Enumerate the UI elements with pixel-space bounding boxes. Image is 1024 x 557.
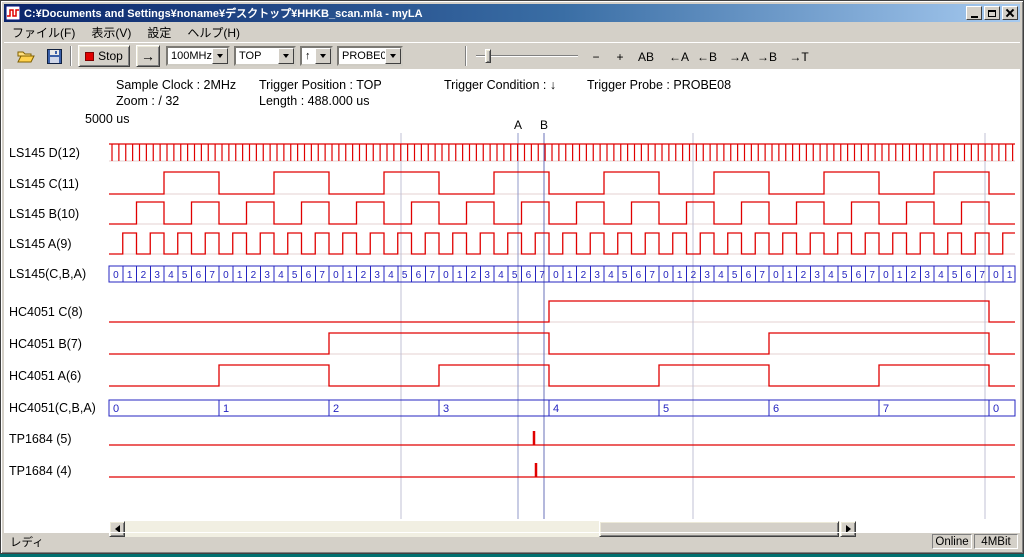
goto-trigger-button[interactable]: →T — [786, 47, 812, 66]
trigger-edge-select[interactable]: ↑ — [300, 46, 333, 66]
length-info: Length : 488.000 us — [259, 94, 370, 108]
minimize-icon — [971, 16, 978, 18]
waveform-client-area — [4, 69, 1020, 532]
chevron-down-icon — [283, 54, 289, 58]
ab-button[interactable]: AB — [634, 47, 658, 66]
run-button[interactable]: → — [136, 45, 160, 67]
close-icon — [1006, 9, 1014, 17]
menu-item-1[interactable]: 表示(V) — [83, 23, 139, 42]
channel-label: LS145(C,B,A) — [9, 267, 86, 281]
trigger-probe-value: PROBE00 — [339, 50, 385, 62]
zoom-out-button[interactable]: − — [586, 47, 606, 66]
trigger-probe-info: Trigger Probe : PROBE08 — [587, 78, 731, 92]
open-folder-icon — [17, 49, 35, 64]
status-ready-text: レディ — [4, 534, 932, 550]
channel-label: TP1684 (4) — [9, 464, 72, 478]
channel-label: LS145 C(11) — [9, 177, 79, 191]
zoom-slider-track[interactable] — [476, 55, 578, 57]
channel-label: LS145 D(12) — [9, 146, 80, 160]
channel-label: HC4051(C,B,A) — [9, 401, 96, 415]
window-controls — [966, 6, 1018, 20]
stop-icon — [85, 52, 94, 61]
sample-clock-info: Sample Clock : 2MHz — [116, 78, 236, 92]
chevron-down-icon — [217, 54, 223, 58]
marker-label-a[interactable]: A — [512, 118, 524, 132]
dropdown-button[interactable] — [278, 48, 294, 64]
maximize-icon — [988, 10, 996, 17]
toolbar: Stop → 100MHz TOP ↑ PROBE00 − + AB ←A ←B… — [4, 42, 1020, 69]
dropdown-button[interactable] — [315, 48, 331, 64]
channel-label: HC4051 A(6) — [9, 369, 81, 383]
fwd-marker-a-button[interactable]: →A — [726, 47, 752, 66]
status-online-badge: Online — [932, 534, 972, 549]
channel-label: HC4051 B(7) — [9, 337, 82, 351]
trigger-position-value: TOP — [236, 50, 278, 62]
trigger-edge-value: ↑ — [302, 50, 315, 62]
marker-label-b[interactable]: B — [538, 118, 550, 132]
minimize-button[interactable] — [966, 6, 982, 20]
app-icon — [6, 6, 20, 20]
zoom-in-button[interactable]: + — [610, 47, 630, 66]
sample-clock-select[interactable]: 100MHz — [166, 46, 230, 66]
save-button[interactable] — [42, 45, 66, 68]
status-memory-badge: 4MBit — [974, 534, 1018, 549]
dropdown-button[interactable] — [385, 48, 401, 64]
channel-label: LS145 A(9) — [9, 237, 72, 251]
floppy-disk-icon — [47, 49, 62, 64]
stop-label: Stop — [98, 49, 123, 63]
window-title: C:¥Documents and Settings¥noname¥デスクトップ¥… — [24, 5, 962, 21]
zoom-info: Zoom : / 32 — [116, 94, 179, 108]
trigger-position-select[interactable]: TOP — [234, 46, 296, 66]
channel-label: TP1684 (5) — [9, 432, 72, 446]
toolbar-separator — [70, 46, 72, 66]
channel-label: HC4051 C(8) — [9, 305, 83, 319]
chevron-down-icon — [390, 54, 396, 58]
trigger-position-info: Trigger Position : TOP — [259, 78, 382, 92]
toolbar-separator — [465, 46, 467, 66]
fwd-marker-b-button[interactable]: →B — [754, 47, 780, 66]
chevron-down-icon — [320, 54, 326, 58]
time-scale-label: 5000 us — [85, 112, 129, 126]
sample-clock-value: 100MHz — [168, 50, 212, 62]
menubar: ファイル(F)表示(V)設定ヘルプ(H) — [4, 23, 1020, 41]
statusbar: レディ Online 4MBit — [4, 532, 1020, 550]
trigger-probe-select[interactable]: PROBE00 — [337, 46, 403, 66]
open-file-button[interactable] — [14, 45, 38, 68]
app-window: C:¥Documents and Settings¥noname¥デスクトップ¥… — [0, 0, 1024, 554]
stop-button[interactable]: Stop — [78, 45, 130, 67]
goto-marker-a-button[interactable]: ←A — [666, 47, 692, 66]
goto-marker-b-button[interactable]: ←B — [694, 47, 720, 66]
menu-item-3[interactable]: ヘルプ(H) — [179, 23, 248, 42]
run-arrow-icon: → — [141, 48, 155, 64]
dropdown-button[interactable] — [212, 48, 228, 64]
titlebar: C:¥Documents and Settings¥noname¥デスクトップ¥… — [4, 4, 1020, 22]
maximize-button[interactable] — [984, 6, 1000, 20]
menu-item-2[interactable]: 設定 — [139, 23, 179, 42]
zoom-slider-handle[interactable] — [485, 49, 491, 63]
trigger-condition-info: Trigger Condition : ↓ — [444, 78, 556, 92]
channel-label: LS145 B(10) — [9, 207, 79, 221]
menu-item-0[interactable]: ファイル(F) — [4, 23, 83, 42]
close-button[interactable] — [1002, 6, 1018, 20]
